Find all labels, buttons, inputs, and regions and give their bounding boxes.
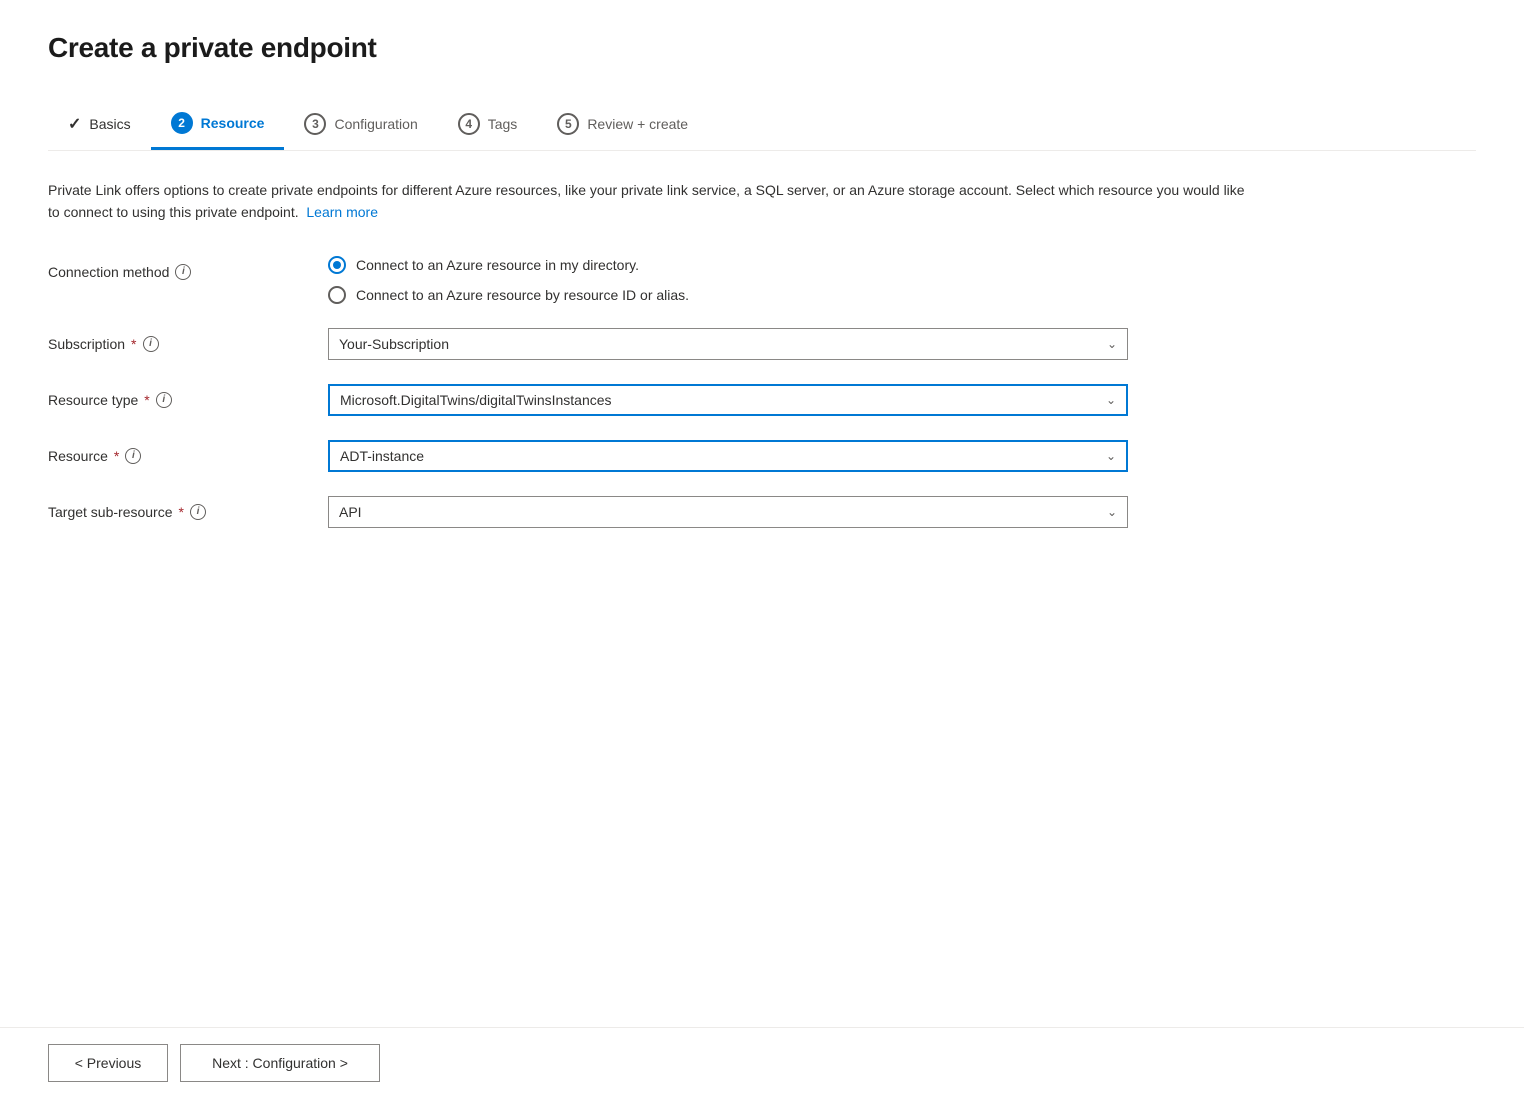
target-sub-resource-required: *	[179, 504, 184, 520]
subscription-dropdown[interactable]: Your-Subscription ⌄	[328, 328, 1128, 360]
step-review-circle: 5	[557, 113, 579, 135]
resource-type-required: *	[144, 392, 149, 408]
resource-row: Resource * i ADT-instance ⌄	[48, 440, 1476, 472]
target-sub-resource-value: API	[339, 504, 1107, 520]
connection-method-label: Connection method i	[48, 256, 328, 280]
subscription-row: Subscription * i Your-Subscription ⌄	[48, 328, 1476, 360]
connection-method-info-icon[interactable]: i	[175, 264, 191, 280]
target-sub-resource-control: API ⌄	[328, 496, 1128, 528]
resource-control: ADT-instance ⌄	[328, 440, 1128, 472]
step-tags-circle: 4	[458, 113, 480, 135]
step-configuration[interactable]: 3 Configuration	[284, 101, 437, 149]
resource-type-chevron-icon: ⌄	[1106, 393, 1116, 407]
radio-directory-label: Connect to an Azure resource in my direc…	[356, 257, 639, 273]
subscription-info-icon[interactable]: i	[143, 336, 159, 352]
step-basics-label: Basics	[89, 116, 130, 132]
connection-method-controls: Connect to an Azure resource in my direc…	[328, 256, 1128, 304]
resource-chevron-icon: ⌄	[1106, 449, 1116, 463]
connection-method-row: Connection method i Connect to an Azure …	[48, 256, 1476, 304]
resource-info-icon[interactable]: i	[125, 448, 141, 464]
target-sub-resource-row: Target sub-resource * i API ⌄	[48, 496, 1476, 528]
subscription-required: *	[131, 336, 136, 352]
subscription-label: Subscription * i	[48, 328, 328, 352]
step-configuration-circle: 3	[304, 113, 326, 135]
resource-required: *	[114, 448, 119, 464]
radio-resource-id-label: Connect to an Azure resource by resource…	[356, 287, 689, 303]
step-review-label: Review + create	[587, 116, 688, 132]
radio-directory-input[interactable]	[328, 256, 346, 274]
bottom-bar: < Previous Next : Configuration >	[0, 1027, 1524, 1098]
resource-dropdown[interactable]: ADT-instance ⌄	[328, 440, 1128, 472]
resource-type-value: Microsoft.DigitalTwins/digitalTwinsInsta…	[340, 392, 1106, 408]
wizard-steps: ✓ Basics 2 Resource 3 Configuration 4 Ta…	[48, 100, 1476, 151]
step-tags[interactable]: 4 Tags	[438, 101, 538, 149]
description-text: Private Link offers options to create pr…	[48, 179, 1248, 224]
subscription-value: Your-Subscription	[339, 336, 1107, 352]
target-sub-resource-info-icon[interactable]: i	[190, 504, 206, 520]
previous-button[interactable]: < Previous	[48, 1044, 168, 1082]
next-button[interactable]: Next : Configuration >	[180, 1044, 380, 1082]
page-container: Create a private endpoint ✓ Basics 2 Res…	[0, 0, 1524, 528]
form-section: Connection method i Connect to an Azure …	[48, 256, 1476, 528]
resource-type-row: Resource type * i Microsoft.DigitalTwins…	[48, 384, 1476, 416]
step-resource-circle: 2	[171, 112, 193, 134]
resource-type-dropdown[interactable]: Microsoft.DigitalTwins/digitalTwinsInsta…	[328, 384, 1128, 416]
step-resource-label: Resource	[201, 115, 265, 131]
resource-label: Resource * i	[48, 440, 328, 464]
radio-option-directory[interactable]: Connect to an Azure resource in my direc…	[328, 256, 1128, 274]
resource-value: ADT-instance	[340, 448, 1106, 464]
radio-group: Connect to an Azure resource in my direc…	[328, 256, 1128, 304]
learn-more-link[interactable]: Learn more	[306, 204, 378, 220]
radio-option-resource-id[interactable]: Connect to an Azure resource by resource…	[328, 286, 1128, 304]
target-sub-resource-label: Target sub-resource * i	[48, 496, 328, 520]
target-sub-resource-dropdown[interactable]: API ⌄	[328, 496, 1128, 528]
resource-type-label: Resource type * i	[48, 384, 328, 408]
step-configuration-label: Configuration	[334, 116, 417, 132]
page-title: Create a private endpoint	[48, 32, 1476, 64]
step-resource[interactable]: 2 Resource	[151, 100, 285, 150]
step-tags-label: Tags	[488, 116, 518, 132]
subscription-chevron-icon: ⌄	[1107, 337, 1117, 351]
step-review-create[interactable]: 5 Review + create	[537, 101, 708, 149]
subscription-control: Your-Subscription ⌄	[328, 328, 1128, 360]
resource-type-info-icon[interactable]: i	[156, 392, 172, 408]
resource-type-control: Microsoft.DigitalTwins/digitalTwinsInsta…	[328, 384, 1128, 416]
target-sub-resource-chevron-icon: ⌄	[1107, 505, 1117, 519]
step-check-icon: ✓	[68, 114, 81, 134]
radio-resource-id-input[interactable]	[328, 286, 346, 304]
step-basics[interactable]: ✓ Basics	[48, 102, 151, 148]
